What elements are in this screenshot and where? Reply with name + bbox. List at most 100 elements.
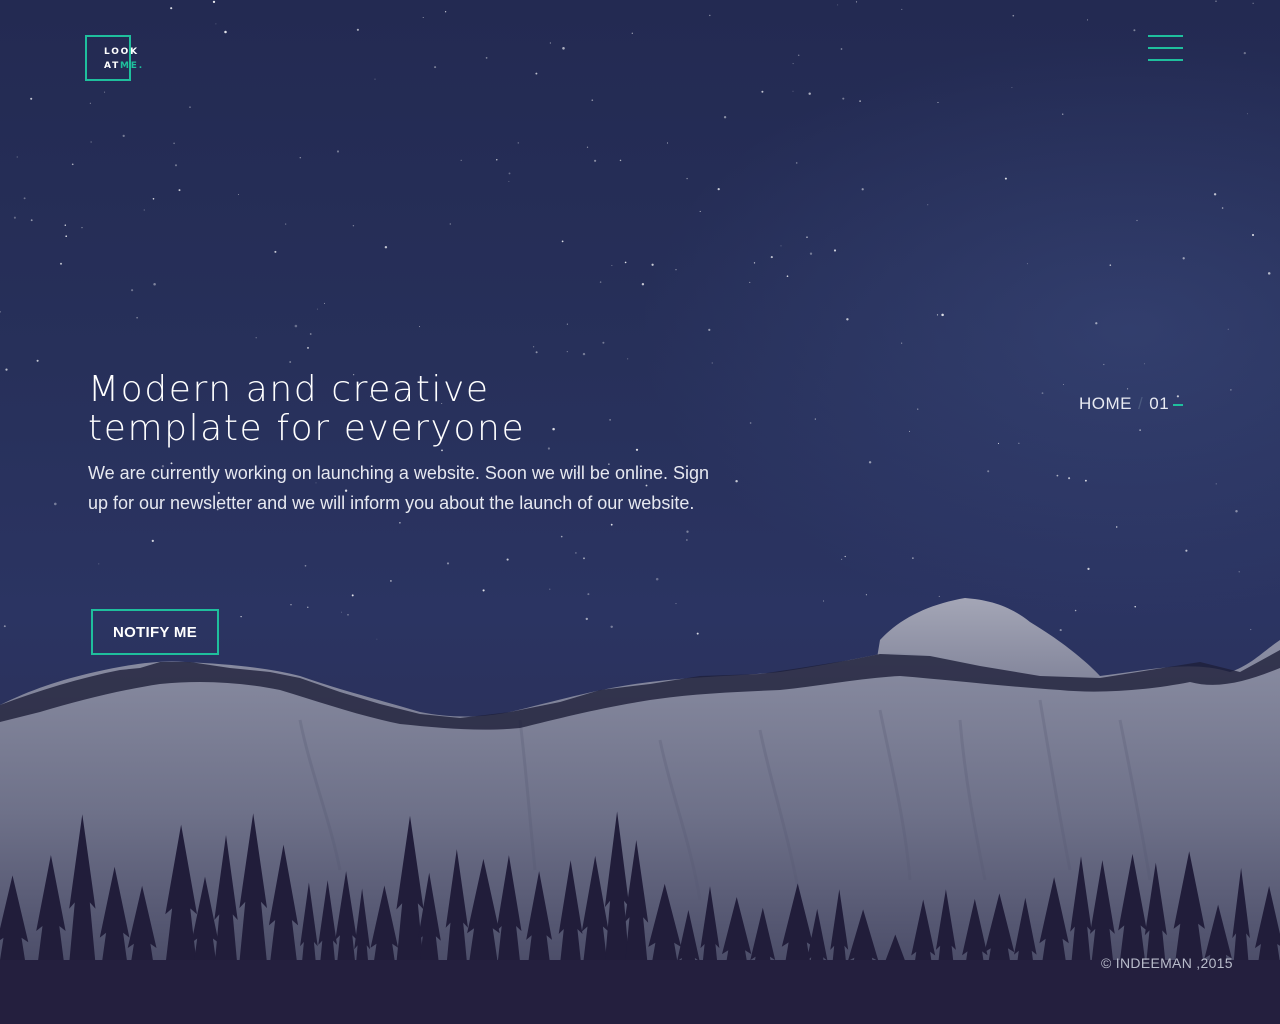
star — [814, 418, 816, 420]
star — [460, 159, 462, 162]
logo[interactable]: LOOK ATME. — [85, 35, 142, 81]
star — [901, 342, 903, 344]
star — [89, 102, 91, 104]
star — [434, 66, 437, 69]
star — [1250, 628, 1252, 631]
star — [294, 324, 298, 328]
star — [865, 594, 867, 596]
star — [1041, 392, 1044, 394]
star — [143, 209, 145, 211]
star — [535, 351, 538, 354]
star — [797, 54, 800, 57]
star — [170, 7, 173, 10]
star — [753, 262, 756, 264]
star — [36, 359, 39, 362]
star — [1062, 384, 1064, 385]
star — [987, 470, 990, 473]
star — [708, 328, 711, 331]
star — [16, 156, 18, 158]
star — [1215, 0, 1217, 2]
menu-bar-middle — [1148, 47, 1183, 49]
star — [496, 159, 498, 161]
hero-background: LOOK ATME. Modern and creative template f… — [0, 0, 1280, 1024]
star — [1074, 609, 1077, 612]
star — [562, 47, 565, 50]
star — [823, 600, 825, 602]
star — [627, 358, 629, 360]
star — [1243, 51, 1246, 55]
star — [833, 249, 837, 252]
star — [316, 308, 318, 310]
star — [485, 57, 488, 59]
star — [1115, 526, 1118, 528]
star — [855, 1, 858, 3]
star — [1221, 207, 1224, 209]
star — [635, 448, 639, 451]
star — [444, 11, 447, 13]
star — [240, 615, 242, 618]
star — [173, 142, 175, 145]
hamburger-menu-icon[interactable] — [1148, 35, 1183, 63]
star — [1235, 509, 1238, 513]
star — [792, 63, 794, 65]
star — [997, 442, 1000, 445]
star — [374, 78, 376, 80]
breadcrumb: HOME / 01 — [1079, 394, 1184, 414]
star — [376, 638, 378, 640]
star — [1215, 483, 1217, 485]
star — [1267, 272, 1271, 275]
star — [938, 595, 940, 597]
star — [384, 245, 388, 249]
star — [98, 563, 100, 565]
star — [65, 235, 68, 238]
star — [582, 352, 586, 356]
star — [1109, 264, 1112, 266]
star — [909, 430, 910, 432]
star — [3, 625, 6, 628]
menu-bar-top — [1148, 35, 1183, 37]
star — [71, 163, 74, 166]
star — [1011, 86, 1013, 89]
star — [941, 313, 944, 317]
star — [131, 289, 134, 292]
star — [936, 314, 939, 316]
notify-me-button[interactable]: NOTIFY ME — [91, 609, 219, 655]
star — [723, 116, 727, 119]
star — [806, 236, 808, 238]
star — [610, 625, 613, 629]
star — [81, 226, 83, 229]
star — [1213, 193, 1217, 196]
star — [122, 134, 125, 138]
star — [711, 362, 713, 364]
hero-description: We are currently working on launching a … — [88, 463, 710, 513]
breadcrumb-home-link[interactable]: HOME — [1079, 394, 1132, 413]
star — [859, 100, 861, 102]
star — [285, 223, 287, 225]
star — [610, 523, 613, 526]
star — [927, 204, 929, 206]
star — [238, 194, 239, 196]
star — [917, 408, 919, 410]
star — [699, 210, 701, 212]
star — [1227, 328, 1229, 330]
star — [1084, 479, 1087, 482]
star — [1246, 113, 1249, 115]
star — [482, 589, 485, 592]
star — [611, 264, 613, 266]
star — [399, 521, 401, 524]
star — [174, 164, 178, 167]
star — [224, 30, 227, 34]
star — [749, 281, 751, 283]
star — [594, 159, 597, 162]
star — [937, 101, 939, 104]
star — [1056, 474, 1059, 477]
star — [786, 275, 789, 278]
star — [152, 198, 155, 200]
star — [840, 48, 843, 50]
star — [1004, 177, 1007, 180]
star — [1238, 571, 1240, 573]
star — [352, 225, 355, 227]
star — [506, 558, 509, 561]
star — [508, 172, 511, 175]
star — [842, 97, 845, 100]
